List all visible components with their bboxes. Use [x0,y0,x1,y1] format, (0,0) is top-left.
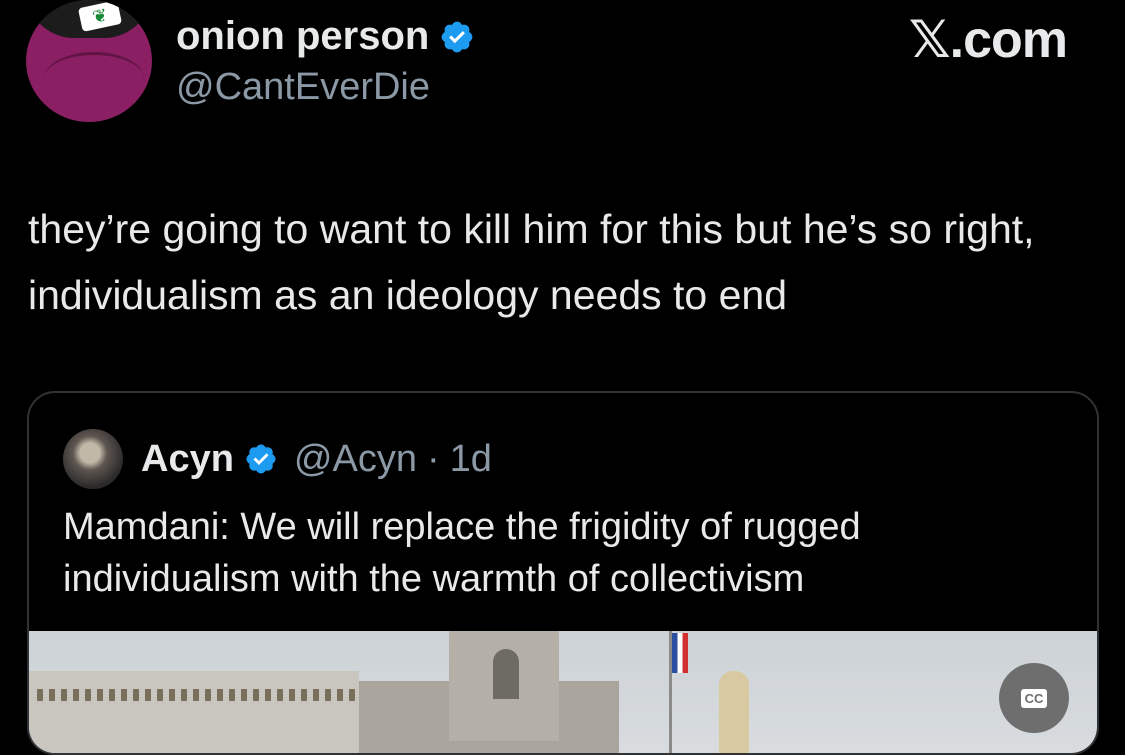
author-name-row: onion person [176,14,475,59]
media-clock-tower [449,631,559,741]
x-brand-watermark: 𝕏.com [908,11,1068,69]
media-building-left [29,671,359,753]
quoted-tweet-header: Acyn @Acyn · 1d [63,429,492,489]
author-handle[interactable]: @CantEverDie [176,66,430,109]
media-tower-arch [493,649,519,699]
avatar-face [44,52,144,105]
media-flag [672,633,688,673]
tweet-text: they’re going to want to kill him for th… [28,206,1035,318]
quoted-tweet-card[interactable]: Acyn @Acyn · 1d Mamdani: We will replace… [27,391,1099,755]
author-avatar[interactable]: ❦ [26,0,152,122]
quoted-author-handle[interactable]: @Acyn [294,438,417,481]
quoted-timestamp[interactable]: 1d [450,438,492,481]
media-windows [37,689,359,701]
closed-captions-icon: CC [1020,688,1048,708]
verified-badge-icon [441,21,473,52]
quoted-verified-badge-icon [246,444,276,474]
quoted-author-avatar[interactable] [63,429,123,489]
closed-captions-button[interactable]: CC [999,663,1069,733]
quoted-tweet-text: Mamdani: We will replace the frigidity o… [63,506,861,600]
media-statue [719,671,749,753]
quoted-separator: · [426,437,440,480]
author-display-name[interactable]: onion person [176,14,429,59]
quoted-video-media[interactable]: CC [29,631,1097,753]
quoted-author-name[interactable]: Acyn [141,438,234,481]
